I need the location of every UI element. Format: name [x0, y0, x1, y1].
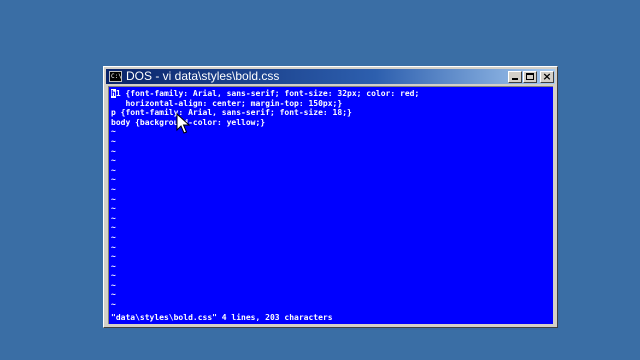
minimize-button[interactable] — [508, 70, 522, 83]
dos-console-icon[interactable]: C:\ — [109, 71, 122, 82]
tilde-line: ~ — [111, 194, 116, 204]
tilde-line: ~ — [111, 252, 116, 262]
empty-line-markers: ~ ~ ~ ~ ~ ~ ~ ~ ~ ~ ~ ~ ~ ~ ~ ~ ~ ~ ~ — [111, 127, 551, 309]
editor-line-2[interactable]: horizontal-align: center; margin-top: 15… — [111, 99, 551, 109]
tilde-line: ~ — [111, 165, 116, 175]
tilde-line: ~ — [111, 271, 116, 281]
close-icon: × — [542, 69, 552, 83]
dos-window[interactable]: C:\ DOS - vi data\styles\bold.css × h1 {… — [103, 66, 558, 328]
tilde-line: ~ — [111, 280, 116, 290]
close-button[interactable]: × — [540, 69, 554, 83]
tilde-line: ~ — [111, 223, 116, 233]
tilde-line: ~ — [111, 184, 116, 194]
maximize-icon — [526, 72, 534, 80]
minimize-icon — [512, 77, 518, 80]
tilde-line: ~ — [111, 213, 116, 223]
tilde-line: ~ — [111, 175, 116, 185]
editor-line-1-text: 1 {font-family: Arial, sans-serif; font-… — [115, 89, 420, 98]
tilde-line: ~ — [111, 204, 116, 214]
tilde-line: ~ — [111, 136, 116, 146]
window-controls: × — [507, 69, 554, 83]
editor-line-1[interactable]: h1 {font-family: Arial, sans-serif; font… — [111, 89, 551, 99]
window-title: DOS - vi data\styles\bold.css — [126, 69, 280, 83]
tilde-line: ~ — [111, 232, 116, 242]
tilde-line: ~ — [111, 290, 116, 300]
tilde-line: ~ — [111, 300, 116, 310]
desktop: C:\ DOS - vi data\styles\bold.css × h1 {… — [0, 0, 640, 360]
tilde-line: ~ — [111, 261, 116, 271]
title-bar[interactable]: C:\ DOS - vi data\styles\bold.css × — [106, 69, 555, 84]
tilde-line: ~ — [111, 242, 116, 252]
mouse-pointer-icon — [176, 113, 190, 134]
tilde-line: ~ — [111, 156, 116, 166]
vi-status-line: "data\styles\bold.css" 4 lines, 203 char… — [111, 313, 333, 322]
vi-editor-area[interactable]: h1 {font-family: Arial, sans-serif; font… — [108, 86, 553, 324]
tilde-line: ~ — [111, 146, 116, 156]
maximize-button[interactable] — [523, 70, 537, 83]
